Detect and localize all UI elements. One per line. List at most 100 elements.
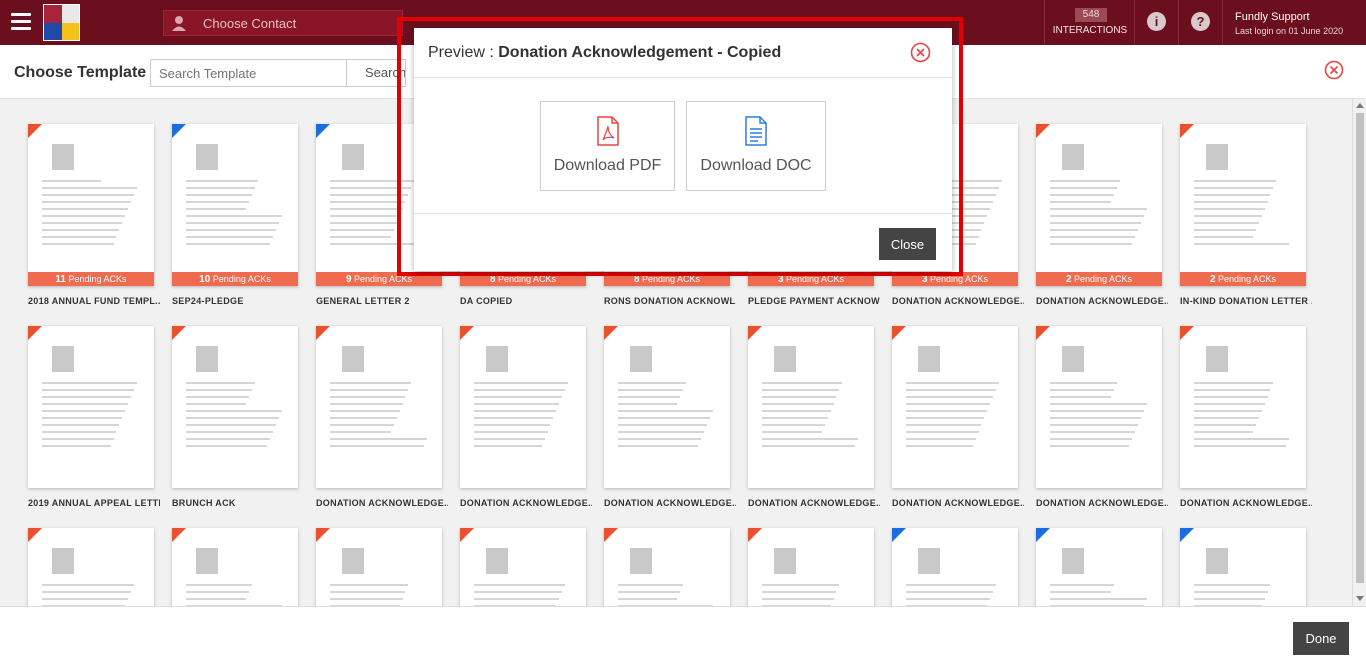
close-button[interactable]: Close	[879, 228, 936, 260]
thumbnail-text-lines	[618, 584, 716, 606]
thumbnail-image	[196, 144, 218, 170]
template-name: DONATION ACKNOWLEDGE...	[1180, 498, 1312, 508]
thumbnail-text-lines	[762, 584, 860, 606]
thumbnail-image	[196, 548, 218, 574]
template-thumbnail[interactable]	[604, 528, 730, 606]
thumbnail-text-lines	[330, 584, 428, 606]
template-thumbnail[interactable]: 2 Pending ACKs	[1036, 124, 1162, 286]
template-ribbon	[1180, 326, 1194, 340]
thumbnail-image	[1206, 548, 1228, 574]
pending-acks-badge: 11 Pending ACKs	[28, 272, 154, 286]
thumbnail-text-lines	[1194, 382, 1292, 452]
choose-contact-field[interactable]: Choose Contact	[163, 10, 403, 36]
pending-acks-badge: 2 Pending ACKs	[1036, 272, 1162, 286]
thumbnail-image	[918, 548, 940, 574]
close-icon[interactable]	[1324, 60, 1344, 80]
template-name: DONATION ACKNOWLEDGE...	[1036, 296, 1168, 306]
scrollbar-thumb[interactable]	[1356, 113, 1364, 583]
template-name: GENERAL LETTER 2	[316, 296, 410, 306]
pending-label: Pending ACKs	[1218, 274, 1277, 284]
template-thumbnail[interactable]	[892, 528, 1018, 606]
template-ribbon	[172, 124, 186, 138]
thumbnail-image	[774, 548, 796, 574]
help-button[interactable]: ?	[1178, 0, 1222, 45]
template-ribbon	[316, 326, 330, 340]
modal-title: Preview : Donation Acknowledgement - Cop…	[428, 44, 781, 62]
thumbnail-text-lines	[1194, 584, 1292, 606]
template-thumbnail[interactable]	[892, 326, 1018, 488]
app-logo[interactable]	[43, 4, 80, 41]
user-icon	[172, 16, 186, 31]
template-name: RONS DONATION ACKNOWL...	[604, 296, 736, 306]
thumbnail-text-lines	[618, 382, 716, 452]
thumbnail-text-lines	[42, 584, 140, 606]
user-profile[interactable]: Fundly Support Last login on 01 June 202…	[1222, 0, 1366, 45]
thumbnail-image	[342, 548, 364, 574]
scrollbar[interactable]	[1352, 99, 1366, 606]
template-thumbnail[interactable]	[28, 326, 154, 488]
template-ribbon	[1036, 124, 1050, 138]
thumbnail-image	[918, 346, 940, 372]
thumbnail-text-lines	[474, 382, 572, 452]
pending-label: Pending ACKs	[1074, 274, 1133, 284]
pending-count: 2	[1209, 274, 1216, 285]
thumbnail-text-lines	[42, 180, 140, 250]
pending-count: 11	[55, 274, 66, 285]
template-ribbon	[316, 528, 330, 542]
download-doc-button[interactable]: Download DOC	[686, 101, 826, 191]
template-thumbnail[interactable]	[604, 326, 730, 488]
scroll-up-icon[interactable]	[1356, 103, 1364, 108]
template-name: DONATION ACKNOWLEDGE...	[316, 498, 448, 508]
template-thumbnail[interactable]	[316, 528, 442, 606]
template-thumbnail[interactable]	[748, 528, 874, 606]
search-template-input[interactable]	[150, 59, 347, 87]
modal-header: Preview : Donation Acknowledgement - Cop…	[414, 28, 952, 78]
template-thumbnail[interactable]	[748, 326, 874, 488]
thumbnail-text-lines	[474, 584, 572, 606]
user-name: Fundly Support	[1235, 11, 1310, 23]
template-thumbnail[interactable]	[460, 528, 586, 606]
template-name: DONATION ACKNOWLEDGE...	[604, 498, 736, 508]
template-thumbnail[interactable]	[28, 528, 154, 606]
doc-icon	[745, 116, 767, 146]
template-ribbon	[892, 326, 906, 340]
modal-close-icon[interactable]	[910, 42, 931, 63]
info-button[interactable]: i	[1134, 0, 1178, 45]
last-login: Last login on 01 June 2020	[1235, 26, 1344, 36]
pending-label: Pending ACKs	[212, 274, 271, 284]
template-thumbnail[interactable]	[1036, 326, 1162, 488]
template-ribbon	[172, 326, 186, 340]
thumbnail-image	[486, 346, 508, 372]
template-thumbnail[interactable]	[460, 326, 586, 488]
template-ribbon	[892, 528, 906, 542]
info-icon: i	[1147, 12, 1166, 31]
download-pdf-button[interactable]: Download PDF	[540, 101, 675, 191]
template-thumbnail[interactable]: 11 Pending ACKs	[28, 124, 154, 286]
template-ribbon	[460, 326, 474, 340]
template-thumbnail[interactable]	[1036, 528, 1162, 606]
choose-contact-label: Choose Contact	[203, 16, 297, 31]
scroll-down-icon[interactable]	[1356, 596, 1364, 601]
template-ribbon	[1180, 528, 1194, 542]
modal-title-prefix: Preview :	[428, 44, 499, 61]
template-name: DA COPIED	[460, 296, 513, 306]
template-thumbnail[interactable]	[172, 326, 298, 488]
template-thumbnail[interactable]	[1180, 326, 1306, 488]
template-thumbnail[interactable]	[1180, 528, 1306, 606]
template-name: SEP24-PLEDGE	[172, 296, 244, 306]
template-ribbon	[604, 528, 618, 542]
preview-modal: Preview : Donation Acknowledgement - Cop…	[414, 28, 952, 271]
template-thumbnail[interactable]	[172, 528, 298, 606]
template-thumbnail[interactable]: 10 Pending ACKs	[172, 124, 298, 286]
thumbnail-image	[342, 144, 364, 170]
menu-icon[interactable]	[11, 13, 31, 30]
template-thumbnail[interactable]: 2 Pending ACKs	[1180, 124, 1306, 286]
thumbnail-image	[486, 548, 508, 574]
download-pdf-label: Download PDF	[553, 157, 662, 174]
interactions-counter[interactable]: 548 INTERACTIONS	[1044, 0, 1134, 45]
template-thumbnail[interactable]	[316, 326, 442, 488]
thumbnail-text-lines	[762, 382, 860, 452]
done-button[interactable]: Done	[1293, 622, 1349, 655]
help-icon: ?	[1191, 12, 1210, 31]
thumbnail-text-lines	[42, 382, 140, 452]
